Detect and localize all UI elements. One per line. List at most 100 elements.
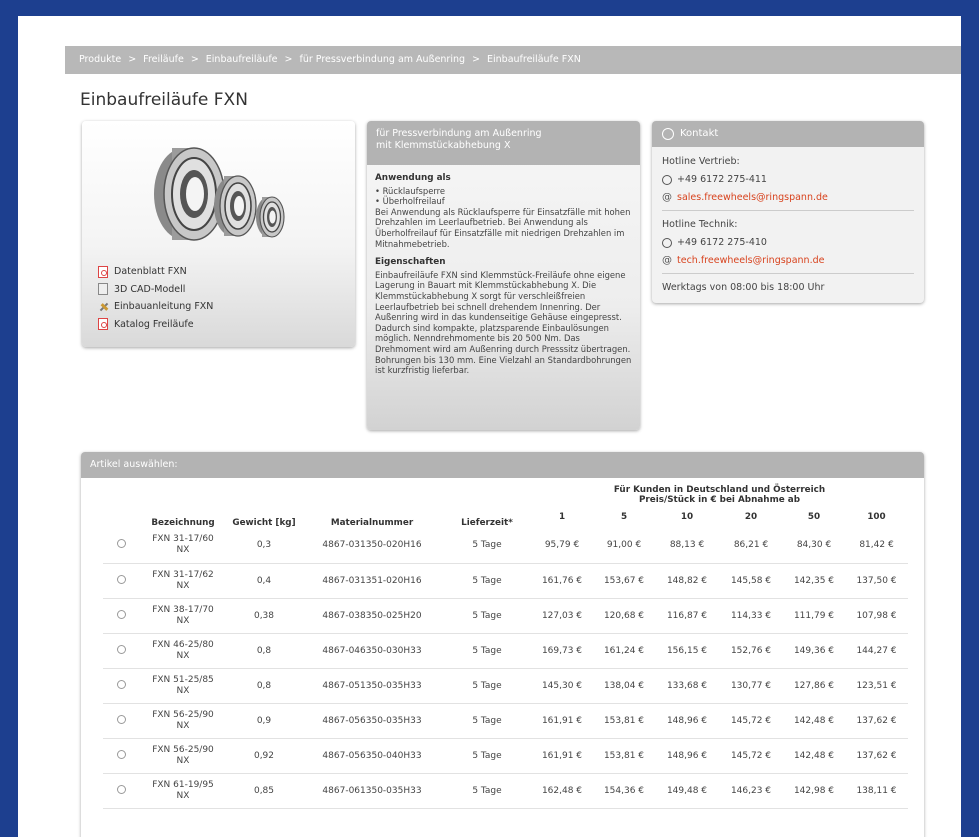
page-title: Einbaufreiläufe FXN [80,90,248,110]
breadcrumb-separator: > [128,54,137,65]
phone-icon [662,175,672,185]
price-cell: 133,68 € [655,668,719,704]
description-header-line: für Pressverbindung am Außenring [376,128,542,139]
article-radio[interactable] [116,644,126,654]
table-row[interactable]: FXN 31-17/62 NX 0,4 4867-031351-020H16 5 Tag… [103,563,908,599]
material-number-cell: 4867-061350-035H33 [301,773,443,809]
price-cell: 142,48 € [783,703,845,739]
article-radio[interactable] [116,749,126,759]
description-header: für Pressverbindung am Außenring mit Kle… [367,121,640,165]
tool-icon [98,301,108,313]
breadcrumb-item[interactable]: Produkte [79,54,121,65]
table-row[interactable]: FXN 38-17/70 NX 0,38 4867-038350-025H20 5 Ta… [103,598,908,634]
article-radio[interactable] [116,574,126,584]
freewheel-product-image [154,147,285,241]
select-cell [103,668,139,704]
link-einbauanleitung[interactable]: Einbauanleitung FXN [98,298,213,316]
material-number-cell: 4867-056350-035H33 [301,703,443,739]
price-cell: 130,77 € [719,668,783,704]
price-cell: 145,72 € [719,738,783,774]
breadcrumb-item[interactable]: für Pressverbindung am Außenring [299,54,465,65]
price-cell: 142,35 € [783,563,845,599]
quantity-header: 20 [744,511,758,522]
select-cell [103,528,139,564]
material-number-cell: 4867-031351-020H16 [301,563,443,599]
designation-suffix: NX [176,545,190,556]
price-cell: 138,04 € [593,668,655,704]
link-datenblatt[interactable]: Datenblatt FXN [98,263,213,281]
business-hours: Werktags von 08:00 bis 18:00 Uhr [662,282,825,293]
table-row[interactable]: FXN 61-19/95 NX 0,85 4867-061350-035H33 5 Ta… [103,773,908,809]
sales-email-row: @ sales.freewheels@ringspann.de [662,189,914,207]
breadcrumb-item[interactable]: Freiläufe [143,54,184,65]
quantity-header: 1 [558,511,566,522]
tech-email-link[interactable]: tech.freewheels@ringspann.de [677,252,824,270]
price-cell: 153,81 € [593,703,655,739]
column-header-gewicht: Gewicht [kg] [232,518,296,528]
table-row[interactable]: FXN 56-25/90 NX 0,9 4867-056350-035H33 5 Tag… [103,703,908,739]
price-cell: 137,62 € [845,703,908,739]
price-header-line: Preis/Stück in € bei Abnahme ab [638,495,800,505]
table-row[interactable]: FXN 31-17/60 NX 0,3 4867-031350-020H16 5 Tag… [103,528,908,564]
designation-suffix: NX [176,720,190,731]
contact-header: Kontakt [652,121,924,147]
weight-cell: 0,3 [227,528,301,564]
price-cell: 148,96 € [655,738,719,774]
price-cell: 95,79 € [531,528,593,564]
designation-cell: FXN 46-25/80 NX [139,633,227,669]
breadcrumb-item[interactable]: Einbaufreiläufe [206,54,278,65]
delivery-time-cell: 5 Tage [443,598,531,634]
article-radio[interactable] [116,784,126,794]
price-cell: 156,15 € [655,633,719,669]
link-cad-model[interactable]: 3D CAD-Modell [98,281,213,299]
price-cell: 142,98 € [783,773,845,809]
contact-body: Hotline Vertrieb: +49 6172 275-411 @ sal… [652,147,924,303]
sales-phone-row: +49 6172 275-411 [662,171,914,189]
email-icon: @ [662,192,672,203]
product-image-panel: Datenblatt FXN 3D CAD-Modell Einbauanlei… [82,121,355,347]
article-radio[interactable] [116,539,126,549]
table-row[interactable]: FXN 56-25/90 NX 0,92 4867-056350-040H33 5 Ta… [103,738,908,774]
article-radio[interactable] [116,609,126,619]
price-cell: 161,76 € [531,563,593,599]
designation-line: FXN 56-25/90 [152,709,214,720]
price-cell: 145,72 € [719,703,783,739]
material-number-cell: 4867-031350-020H16 [301,528,443,564]
weight-cell: 0,8 [227,668,301,704]
designation-suffix: NX [176,755,190,766]
price-cell: 84,30 € [783,528,845,564]
column-header-lieferzeit: Lieferzeit* [461,518,513,528]
price-cell: 123,51 € [845,668,908,704]
table-row[interactable]: FXN 51-25/85 NX 0,8 4867-051350-035H33 5 Tag… [103,668,908,704]
price-cell: 148,96 € [655,703,719,739]
price-cell: 120,68 € [593,598,655,634]
material-number-cell: 4867-046350-030H33 [301,633,443,669]
link-label: Katalog Freiläufe [114,318,194,330]
article-radio[interactable] [116,714,126,724]
price-cell: 152,76 € [719,633,783,669]
link-label: Datenblatt FXN [114,266,187,278]
price-cell: 127,86 € [783,668,845,704]
select-cell [103,563,139,599]
price-cell: 138,11 € [845,773,908,809]
sales-email-link[interactable]: sales.freewheels@ringspann.de [677,189,828,207]
weight-cell: 0,4 [227,563,301,599]
article-radio[interactable] [116,679,126,689]
tech-phone: +49 6172 275-410 [677,237,767,248]
designation-cell: FXN 61-19/95 NX [139,773,227,809]
article-selection-title: Artikel auswählen: [81,452,924,478]
link-katalog[interactable]: Katalog Freiläufe [98,316,213,334]
price-cell: 145,30 € [531,668,593,704]
delivery-time-cell: 5 Tage [443,563,531,599]
price-cell: 137,62 € [845,738,908,774]
column-header-bezeichnung: Bezeichnung [151,518,215,528]
designation-line: FXN 51-25/85 [152,674,214,685]
usage-title: Anwendung als [375,173,451,183]
price-cell: 116,87 € [655,598,719,634]
table-row[interactable]: FXN 46-25/80 NX 0,8 4867-046350-030H33 5 Tag… [103,633,908,669]
column-header-materialnummer: Materialnummer [330,518,414,528]
designation-suffix: NX [176,685,190,696]
designation-line: FXN 31-17/62 [152,569,214,580]
price-cell: 161,91 € [531,738,593,774]
price-cell: 81,42 € [845,528,908,564]
